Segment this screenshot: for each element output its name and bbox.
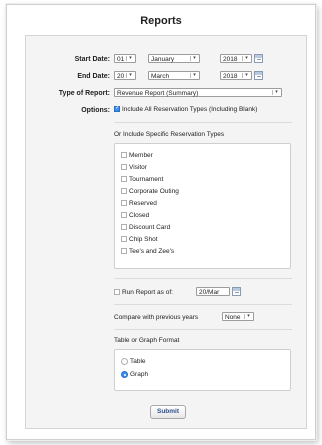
reservation-type-label: Discount Card bbox=[129, 224, 171, 231]
start-year-value: 2018 bbox=[223, 56, 238, 63]
divider bbox=[114, 122, 292, 123]
reservation-type-label: Closed bbox=[129, 212, 150, 219]
compare-label: Compare with previous years bbox=[114, 314, 199, 321]
chevron-down-icon: ▾ bbox=[190, 73, 198, 78]
graph-radio[interactable] bbox=[121, 371, 128, 378]
chevron-down-icon: ▾ bbox=[242, 56, 250, 61]
reservation-type-discount-card[interactable]: Discount Card bbox=[121, 224, 170, 231]
format-heading: Table or Graph Format bbox=[114, 337, 180, 344]
reservation-type-label: Member bbox=[129, 152, 153, 159]
format-option-table[interactable]: Table bbox=[121, 358, 146, 365]
reservation-type-label: Tee's and Zee's bbox=[129, 248, 175, 255]
reservation-type-label: Corporate Outing bbox=[129, 188, 179, 195]
chevron-down-icon: ▾ bbox=[126, 73, 134, 78]
format-option-label: Graph bbox=[130, 371, 149, 379]
checkbox[interactable] bbox=[121, 248, 127, 255]
end-month-value: March bbox=[151, 73, 170, 80]
reservation-type-member[interactable]: Member bbox=[121, 152, 153, 159]
submit-button[interactable]: Submit bbox=[150, 405, 187, 419]
end-month-select[interactable]: March ▾ bbox=[148, 71, 200, 80]
report-type-label: Type of Report: bbox=[58, 90, 110, 97]
include-all-checkbox[interactable] bbox=[114, 104, 120, 113]
start-year-select[interactable]: 2018 ▾ bbox=[220, 54, 252, 63]
checkbox[interactable] bbox=[121, 236, 127, 243]
checkbox[interactable] bbox=[121, 188, 127, 195]
compare-years-select[interactable]: None ▾ bbox=[222, 312, 254, 321]
checkbox[interactable] bbox=[121, 176, 127, 183]
checkbox[interactable] bbox=[121, 224, 127, 231]
run-report-date-value: 20/Mar bbox=[199, 289, 220, 296]
reservation-type-closed[interactable]: Closed bbox=[121, 212, 149, 219]
checkbox[interactable] bbox=[121, 152, 127, 159]
start-date-label: Start Date: bbox=[74, 56, 110, 63]
checkbox[interactable] bbox=[121, 164, 127, 171]
reservation-type-tournament[interactable]: Tournament bbox=[121, 176, 163, 183]
start-day-select[interactable]: 01 ▾ bbox=[114, 54, 136, 63]
report-window: Reports Start Date: 01 ▾ January ▾ 2018 ▾ E… bbox=[6, 4, 316, 440]
reservation-type-reserved[interactable]: Reserved bbox=[121, 200, 157, 207]
start-month-value: January bbox=[151, 56, 175, 63]
start-month-select[interactable]: January ▾ bbox=[148, 54, 200, 63]
calendar-icon[interactable] bbox=[254, 54, 263, 63]
chevron-down-icon: ▾ bbox=[242, 73, 250, 78]
reservation-type-tees-and-zees[interactable]: Tee's and Zee's bbox=[121, 248, 174, 255]
reservation-type-label: Tournament bbox=[129, 176, 164, 183]
divider bbox=[114, 278, 292, 279]
include-all-option[interactable]: Include All Reservation Types (Including… bbox=[114, 104, 258, 113]
format-option-graph[interactable]: Graph bbox=[121, 371, 148, 378]
end-day-select[interactable]: 20 ▾ bbox=[114, 71, 136, 80]
format-option-label: Table bbox=[130, 358, 146, 366]
end-year-value: 2018 bbox=[223, 73, 238, 80]
start-day-value: 01 bbox=[117, 56, 125, 63]
run-report-label: Run Report as of: bbox=[122, 289, 173, 296]
include-all-label: Include All Reservation Types (Including… bbox=[122, 106, 258, 113]
end-date-label: End Date: bbox=[77, 73, 110, 80]
format-box: Table Graph bbox=[114, 349, 291, 391]
chevron-down-icon: ▾ bbox=[272, 90, 280, 95]
report-type-value: Revenue Report (Summary) bbox=[117, 90, 199, 97]
chevron-down-icon: ▾ bbox=[244, 314, 252, 319]
table-radio[interactable] bbox=[121, 358, 128, 365]
chevron-down-icon: ▾ bbox=[190, 56, 198, 61]
specific-types-heading: Or Include Specific Reservation Types bbox=[114, 131, 225, 138]
run-report-option[interactable]: Run Report as of: bbox=[114, 289, 173, 296]
calendar-icon[interactable] bbox=[254, 71, 263, 80]
reservation-type-chip-shot[interactable]: Chip Shot bbox=[121, 236, 158, 243]
reservation-type-label: Chip Shot bbox=[129, 236, 158, 243]
report-type-select[interactable]: Revenue Report (Summary) ▾ bbox=[114, 88, 282, 97]
reservation-type-label: Reserved bbox=[129, 200, 157, 207]
options-label: Options: bbox=[81, 107, 110, 114]
report-form-panel: Start Date: 01 ▾ January ▾ 2018 ▾ End Date:… bbox=[25, 35, 307, 429]
checkbox[interactable] bbox=[121, 212, 127, 219]
reservation-type-label: Visitor bbox=[129, 164, 147, 171]
run-report-checkbox[interactable] bbox=[114, 289, 120, 296]
end-year-select[interactable]: 2018 ▾ bbox=[220, 71, 252, 80]
checkbox[interactable] bbox=[121, 200, 127, 207]
reservation-type-corporate-outing[interactable]: Corporate Outing bbox=[121, 188, 179, 195]
page-title: Reports bbox=[140, 15, 182, 27]
divider bbox=[114, 304, 292, 305]
calendar-icon[interactable] bbox=[232, 287, 241, 296]
chevron-down-icon: ▾ bbox=[126, 56, 134, 61]
divider bbox=[114, 329, 292, 330]
reservation-types-box: Member Visitor Tournament Corporate Outi… bbox=[114, 143, 291, 269]
end-day-value: 20 bbox=[117, 73, 125, 80]
reservation-type-visitor[interactable]: Visitor bbox=[121, 164, 147, 171]
run-report-date-input[interactable]: 20/Mar bbox=[196, 287, 230, 296]
compare-years-value: None bbox=[225, 314, 241, 321]
